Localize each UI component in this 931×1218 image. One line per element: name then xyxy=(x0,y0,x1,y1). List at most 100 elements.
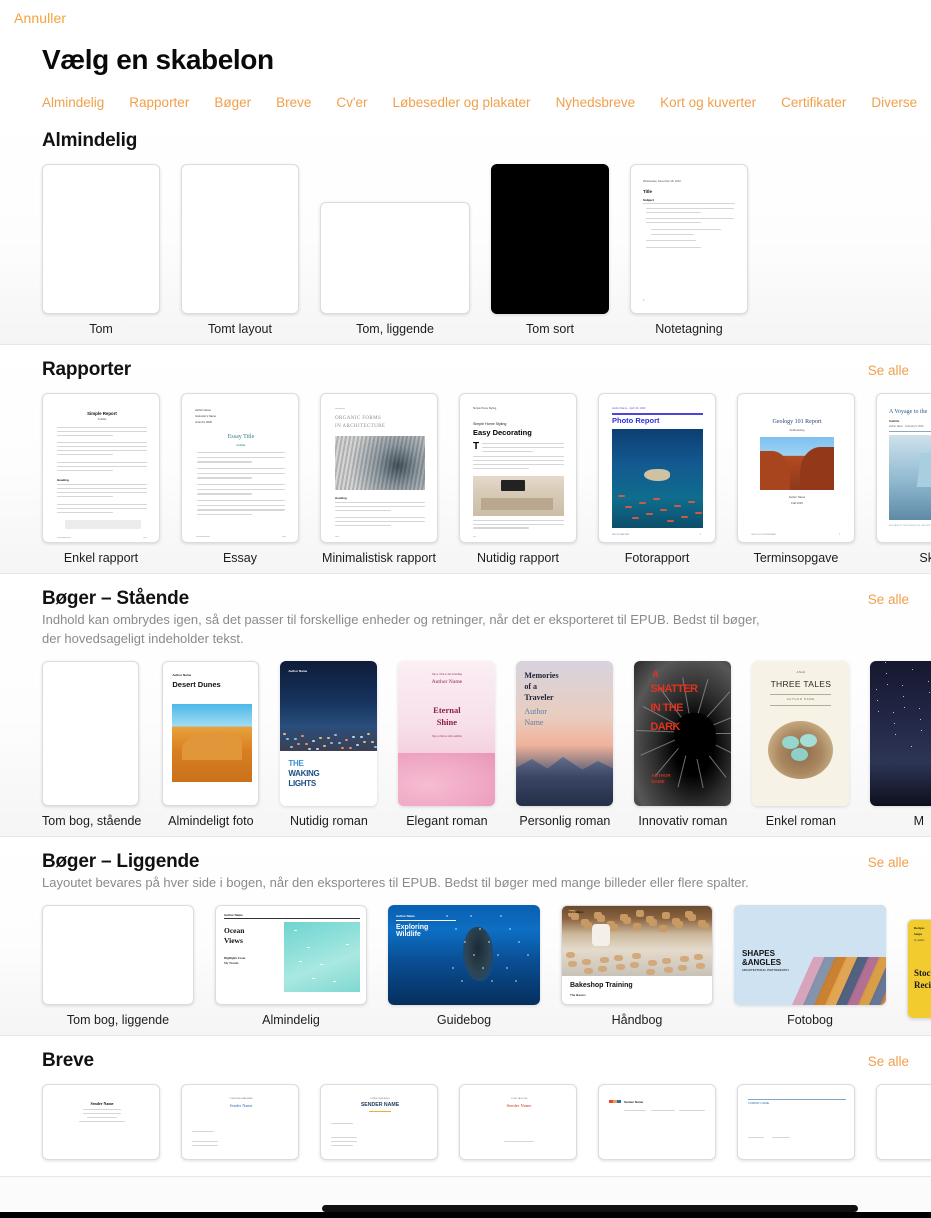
tab-kort-og-kuverter[interactable]: Kort og kuverter xyxy=(660,95,756,110)
cancel-button[interactable]: Annuller xyxy=(14,10,66,26)
template-item[interactable]: Author Name Instructor's Name June 04, 202… xyxy=(181,393,299,565)
template-item[interactable]: M xyxy=(870,660,931,828)
template-item[interactable]: Author Name THE WAKING LIGHTS Nutidig roman xyxy=(280,660,378,828)
template-item[interactable]: COMPANY NAME xyxy=(737,1083,855,1168)
template-item[interactable]: Author Name Desert Dunes Almindeligt foto xyxy=(162,660,260,828)
template-thumbnail[interactable] xyxy=(42,904,194,1005)
see-all-button[interactable]: Se alle xyxy=(868,855,909,870)
template-item[interactable]: 2024 Edition Bakeshop Training The Basics H… xyxy=(561,904,713,1027)
template-item[interactable]: A Voyage to the Subtitle Author Name · Feb… xyxy=(876,393,931,565)
tab-l-besedler-og-plakater[interactable]: Løbesedler og plakater xyxy=(392,95,530,110)
template-thumbnail[interactable]: Geology 101 Report Subheading Author Name F… xyxy=(737,393,855,543)
template-item[interactable]: Tom bog, liggende xyxy=(42,904,194,1027)
template-thumbnail[interactable]: 2024 Edition Bakeshop Training The Basics xyxy=(561,904,713,1005)
template-item[interactable]: Tom xyxy=(42,164,160,336)
template-thumbnail[interactable]: Simple Home Styling Simple Home Styling Ea… xyxy=(459,393,577,543)
template-row[interactable]: Tom bog, stående Author Name Desert Dunes A… xyxy=(0,649,931,828)
template-thumbnail[interactable]: Wednesday, December 18, 2019 Title Subject… xyxy=(630,164,748,314)
template-item[interactable]: Geology 101 Report Subheading Author Name F… xyxy=(737,393,855,565)
see-all-button[interactable]: Se alle xyxy=(868,592,909,607)
template-thumbnail[interactable]: Author Name Instructor's Name June 04, 202… xyxy=(181,393,299,543)
template-thumbnail[interactable]: Sender Name xyxy=(598,1083,716,1160)
template-thumbnail[interactable]: A Voyage to the Subtitle Author Name · Feb… xyxy=(876,393,931,543)
template-thumbnail[interactable]: Memories of a Traveler Author Name xyxy=(516,660,614,806)
template-item[interactable]: YOUR TAG LINE HERE Sender Name xyxy=(181,1083,299,1168)
template-thumbnail[interactable]: SE xyxy=(876,1083,931,1160)
template-item[interactable]: Sender Name xyxy=(42,1083,160,1168)
template-thumbnail[interactable]: Simple Report Subtitle Heading xyxy=(42,393,160,543)
preview-dropcap: T xyxy=(473,441,480,452)
template-row[interactable]: Tom bog, liggende Author Name Ocean Views Hi… xyxy=(0,893,931,1027)
horizontal-scrollbar[interactable] xyxy=(322,1205,858,1212)
template-item[interactable]: ORGANIC FORMS IN ARCHITECTURE Heading Minim… xyxy=(320,393,438,565)
preview-line xyxy=(473,464,564,466)
template-item[interactable]: Wednesday, December 18, 2019 Title Subject… xyxy=(630,164,748,336)
preview-pastry xyxy=(630,961,639,968)
see-all-button[interactable]: Se alle xyxy=(868,363,909,378)
preview-line xyxy=(57,431,147,433)
template-thumbnail[interactable] xyxy=(320,202,470,314)
template-item[interactable]: Tom bog, stående xyxy=(42,660,141,828)
template-thumbnail[interactable] xyxy=(42,660,139,806)
template-thumbnail[interactable]: Author Name THE WAKING LIGHTS xyxy=(280,660,378,806)
template-item[interactable]: Tomt layout xyxy=(181,164,299,336)
template-thumbnail[interactable]: Author Name Desert Dunes xyxy=(162,660,260,806)
template-thumbnail[interactable]: A SHATTER IN THE DARK AUTHOR NAME xyxy=(634,660,732,806)
template-thumbnail[interactable]: Sender Name xyxy=(42,1083,160,1160)
template-item[interactable]: Author Name Ocean Views Highlights From My T… xyxy=(215,904,367,1027)
template-thumbnail[interactable]: RecipesSoupsby AuthorStockRecipes xyxy=(907,918,931,1019)
template-item[interactable]: SHAPES &ANGLES ARCHITECTURAL PHOTOGRAPHY Fo… xyxy=(734,904,886,1027)
template-row[interactable]: Simple Report Subtitle Heading Enkel rappor… xyxy=(0,381,931,565)
preview-star xyxy=(887,683,889,685)
template-item[interactable]: Simple Home Styling Simple Home Styling Ea… xyxy=(459,393,577,565)
tab-nyhedsbreve[interactable]: Nyhedsbreve xyxy=(556,95,636,110)
template-item[interactable]: A Novel THREE TALES AUTHOR NAME Enkel roman xyxy=(752,660,850,828)
preview-subhead: Subject xyxy=(643,198,654,202)
thumbnail-preview: Author Name Exploring Wildlife xyxy=(388,904,540,1005)
template-item[interactable]: Tap or click to add a heading Author Name… xyxy=(398,660,496,828)
template-thumbnail[interactable] xyxy=(42,164,160,314)
template-thumbnail[interactable]: STREET ADDRESS SENDER NAME xyxy=(320,1083,438,1160)
preview-line xyxy=(83,1108,121,1110)
preview-star xyxy=(903,695,905,697)
see-all-button[interactable]: Se alle xyxy=(868,1054,909,1069)
template-item[interactable]: Memories of a Traveler Author Name Personlig … xyxy=(516,660,614,828)
template-item[interactable]: RecipesSoupsby AuthorStockRecipes xyxy=(907,918,931,1027)
template-thumbnail[interactable]: SHAPES &ANGLES ARCHITECTURAL PHOTOGRAPHY xyxy=(734,904,886,1005)
tab-breve[interactable]: Breve xyxy=(276,95,311,110)
preview-subtitle-1: Highlights From xyxy=(224,955,246,960)
template-thumbnail[interactable]: Tap or click to add a heading Author Name… xyxy=(398,660,496,806)
preview-bubble xyxy=(479,927,481,930)
template-thumbnail[interactable]: A Novel THREE TALES AUTHOR NAME xyxy=(752,660,850,806)
template-item[interactable]: Simple Report Subtitle Heading Enkel rappor… xyxy=(42,393,160,565)
template-item[interactable]: A SHATTER IN THE DARK AUTHOR NAME Innovativ ro… xyxy=(634,660,732,828)
template-item[interactable]: Tom sort xyxy=(491,164,609,336)
template-thumbnail[interactable]: YOUR TAG LINE HERE Sender Name xyxy=(181,1083,299,1160)
tab-cv-er[interactable]: Cv'er xyxy=(336,95,367,110)
template-thumbnail[interactable]: Author Name Exploring Wildlife xyxy=(388,904,540,1005)
preview-line xyxy=(331,1122,353,1124)
template-item[interactable]: Author Name Exploring Wildlife Guidebog xyxy=(388,904,540,1027)
template-thumbnail[interactable]: Author Name · April 16, 2020 Photo Report… xyxy=(598,393,716,543)
template-item[interactable]: Sender Name xyxy=(598,1083,716,1168)
tab-rapporter[interactable]: Rapporter xyxy=(129,95,189,110)
template-thumbnail[interactable] xyxy=(491,164,609,314)
template-thumbnail[interactable]: Author Name Ocean Views Highlights From My T… xyxy=(215,904,367,1005)
template-item[interactable]: Tom, liggende xyxy=(320,202,470,336)
template-item[interactable]: YOUR TAG LINE Sender Name xyxy=(459,1083,577,1168)
tab-certifikater[interactable]: Certifikater xyxy=(781,95,846,110)
template-item[interactable]: STREET ADDRESS SENDER NAME xyxy=(320,1083,438,1168)
template-item[interactable]: SE xyxy=(876,1083,931,1168)
template-thumbnail[interactable]: ORGANIC FORMS IN ARCHITECTURE Heading xyxy=(320,393,438,543)
template-thumbnail[interactable]: YOUR TAG LINE Sender Name xyxy=(459,1083,577,1160)
template-thumbnail[interactable] xyxy=(181,164,299,314)
template-gallery-scroll[interactable]: Almindelig Tom Tomt layout Tom, liggende Tom… xyxy=(0,116,931,1210)
tab-b-ger[interactable]: Bøger xyxy=(214,95,251,110)
template-item[interactable]: Author Name · April 16, 2020 Photo Report… xyxy=(598,393,716,565)
template-thumbnail[interactable]: COMPANY NAME xyxy=(737,1083,855,1160)
template-thumbnail[interactable] xyxy=(870,660,931,806)
template-row[interactable]: Sender Name YOUR TAG LINE HERE Sender Name… xyxy=(0,1072,931,1168)
tab-almindelig[interactable]: Almindelig xyxy=(42,95,104,110)
tab-diverse[interactable]: Diverse xyxy=(871,95,917,110)
template-row[interactable]: Tom Tomt layout Tom, liggende Tom sort Wedne… xyxy=(0,152,931,336)
